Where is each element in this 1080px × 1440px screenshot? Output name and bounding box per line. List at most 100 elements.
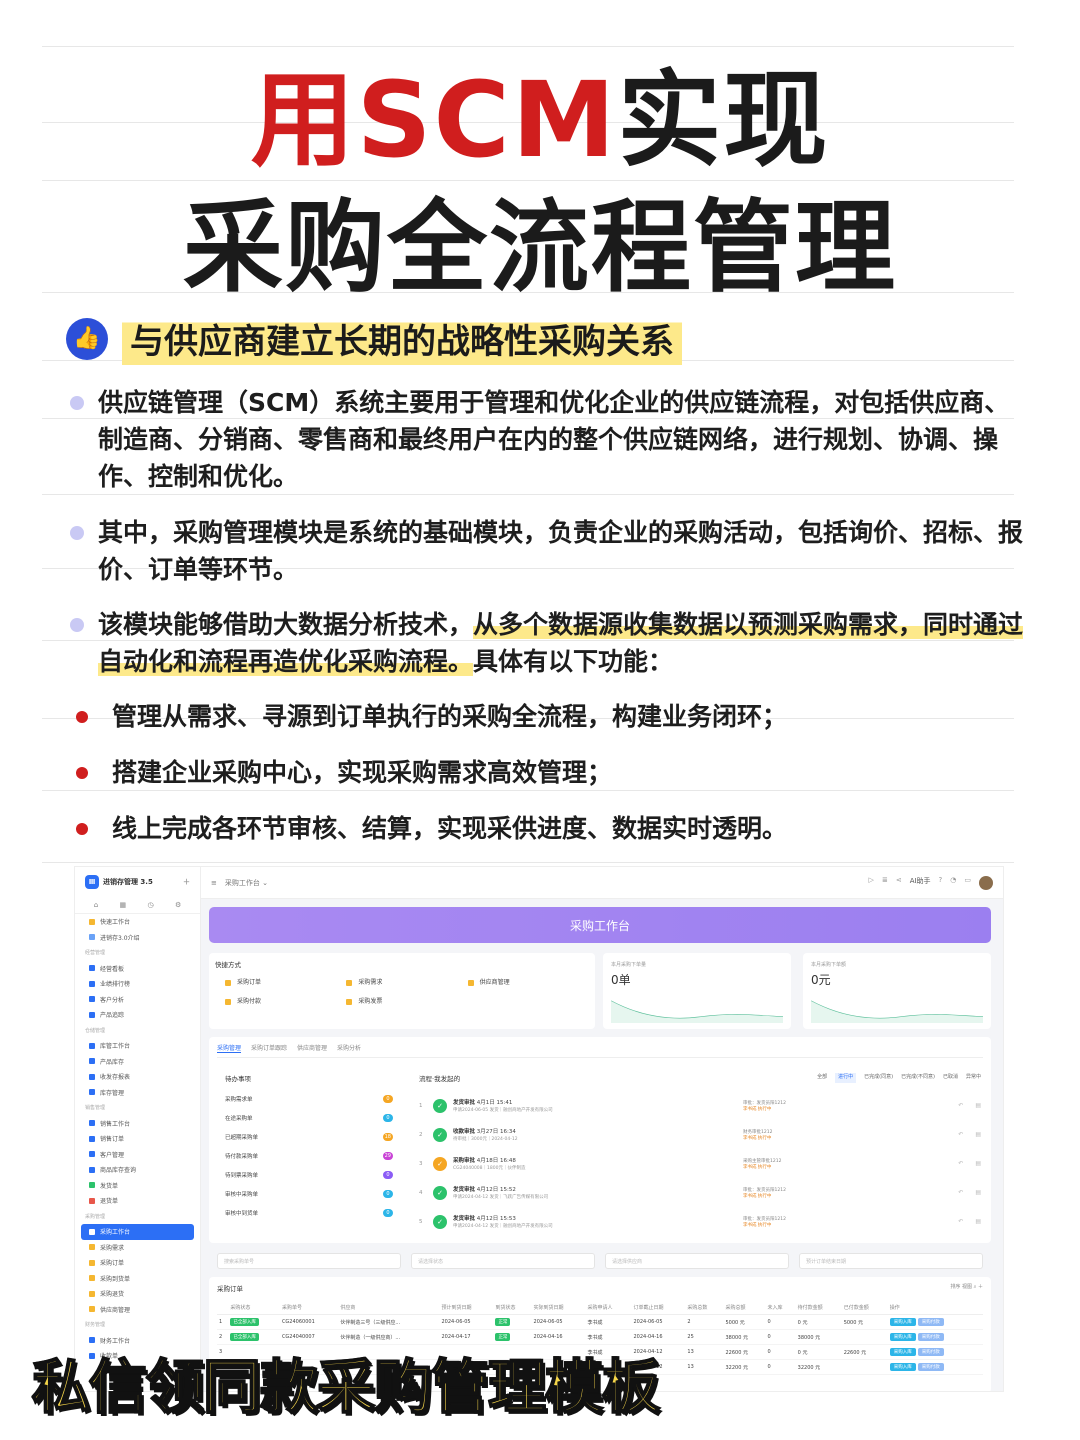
undo-icon[interactable]: ↶	[958, 1160, 963, 1167]
doc-icon[interactable]: ▤	[975, 1189, 981, 1196]
filter-input[interactable]: 请选择状态	[411, 1253, 595, 1269]
flow-row[interactable]: 1 ✓ 发货审批 4月1日 15:41 申请2024-06-05 发货｜融创商地产开发…	[419, 1091, 981, 1120]
todo-item[interactable]: 已超期采购单 18	[225, 1127, 393, 1146]
tab-采购订单跟踪[interactable]: 采购订单跟踪	[251, 1043, 287, 1053]
doc-icon[interactable]: ▤	[975, 1160, 981, 1167]
doc-icon[interactable]: ▤	[975, 1218, 981, 1225]
help-icon[interactable]: ?	[939, 876, 943, 890]
stock-in-button[interactable]: 采购入库	[889, 1333, 916, 1341]
todo-item[interactable]: 审核中到货单 0	[225, 1203, 393, 1222]
pay-button[interactable]: 采购付款	[917, 1333, 944, 1341]
sidebar-item[interactable]: 财务工作台	[75, 1333, 200, 1349]
quick-action-采购付款[interactable]: 采购付款	[225, 996, 346, 1005]
sidebar-item[interactable]: 经营看板	[75, 961, 200, 977]
doc-icon[interactable]: ▤	[975, 1102, 981, 1109]
todo-item[interactable]: 在途采购单 0	[225, 1108, 393, 1127]
doc-icon[interactable]: ▤	[975, 1131, 981, 1138]
quick-action-采购需求[interactable]: 采购需求	[346, 977, 467, 986]
bell-icon[interactable]: ◔	[950, 876, 956, 890]
quick-action-icon	[467, 979, 474, 986]
filter-input[interactable]: 搜索采购单号	[217, 1253, 401, 1269]
ai-assistant-button[interactable]: AI助手	[910, 876, 931, 890]
avatar[interactable]	[979, 875, 993, 890]
pay-button[interactable]: 采购付款	[917, 1348, 944, 1356]
quick-action-供应商管理[interactable]: 供应商管理	[467, 977, 589, 986]
filter-input[interactable]: 请选择供应商	[605, 1253, 789, 1269]
sidebar-item[interactable]: 快速工作台	[75, 914, 200, 930]
flow-name: 发货审批	[453, 1216, 476, 1222]
flow-row[interactable]: 5 ✓ 发货审批 4月12日 15:53 申请2024-04-12 发货｜融创商地产开…	[419, 1207, 981, 1236]
stock-in-button[interactable]: 采购入库	[889, 1318, 916, 1326]
sidebar-item[interactable]: 供应商管理	[75, 1302, 200, 1318]
table-cell: 38000 元	[723, 1329, 766, 1345]
share-icon[interactable]: ⋖	[896, 876, 902, 890]
flow-filter-全部[interactable]: 全部	[817, 1073, 827, 1083]
table-row[interactable]: 1 已全部入库 CG24060001 伙伴制造三号（三级供应... 2024-06-05…	[217, 1314, 983, 1330]
todo-item[interactable]: 采购需求单 0	[225, 1089, 393, 1108]
filter-input[interactable]: 预计订单结束日期	[799, 1253, 983, 1269]
flow-status: 李书成 执行中	[743, 1135, 772, 1141]
sidebar-item[interactable]: 退货单	[75, 1193, 200, 1209]
add-icon[interactable]: ＋	[183, 877, 190, 887]
breadcrumb[interactable]: 采购工作台 ⌄	[225, 878, 268, 888]
play-icon[interactable]: ▷	[869, 876, 874, 890]
sidebar-item[interactable]: 客户管理	[75, 1147, 200, 1163]
stock-in-button[interactable]: 采购入库	[889, 1348, 916, 1356]
sidebar-item[interactable]: 采购工作台	[81, 1224, 194, 1240]
menu-icon[interactable]: ≡	[211, 879, 217, 887]
undo-icon[interactable]: ↶	[958, 1189, 963, 1196]
tab-供应商管理[interactable]: 供应商管理	[297, 1043, 327, 1053]
sidebar-item[interactable]: 库存管理	[75, 1085, 200, 1101]
flow-row[interactable]: 2 ✓ 收款审批 3月27日 16:34 待审批｜3000元｜2024-04-12 财务…	[419, 1120, 981, 1149]
flow-filter-异常中[interactable]: 异常中	[966, 1073, 981, 1083]
order-tools[interactable]: 排序 视图 ⌕ ＋	[950, 1283, 983, 1293]
undo-icon[interactable]: ↶	[958, 1102, 963, 1109]
todo-item[interactable]: 审核中采购单 0	[225, 1184, 393, 1203]
table-row[interactable]: 2 已全部入库 CG24040007 伙伴制造（一级供应商）... 2024-04-17…	[217, 1329, 983, 1345]
sidebar-item[interactable]: 采购需求	[75, 1240, 200, 1256]
flow-filter-已完成(不同意)[interactable]: 已完成(不同意)	[901, 1073, 935, 1083]
sidebar: Ⅲ 进销存管理 3.5 ＋ ⌂ ▦ ◷ ⚙ 快速工作台 进销存3.0介绍 经营管理 经营看板 业绩…	[75, 867, 201, 1391]
table-cell: 0	[765, 1314, 796, 1330]
sidebar-item[interactable]: 收发存报表	[75, 1069, 200, 1085]
pay-button[interactable]: 采购付款	[917, 1363, 944, 1371]
tab-采购管理[interactable]: 采购管理	[217, 1043, 242, 1053]
sidebar-item[interactable]: 采购退货	[75, 1286, 200, 1302]
undo-icon[interactable]: ↶	[958, 1218, 963, 1225]
sparkline	[611, 1000, 783, 1023]
tab-采购分析[interactable]: 采购分析	[337, 1043, 361, 1053]
sidebar-item[interactable]: 销售订单	[75, 1131, 200, 1147]
sidebar-item-label: 采购需求	[100, 1244, 125, 1252]
sidebar-item[interactable]: 商品库存查询	[75, 1162, 200, 1178]
todo-item[interactable]: 待付款采购单 29	[225, 1146, 393, 1165]
sidebar-item[interactable]: 库管工作台	[75, 1038, 200, 1054]
sidebar-item[interactable]: 采购订单	[75, 1255, 200, 1271]
sidebar-item[interactable]: 采购到货单	[75, 1271, 200, 1287]
sidebar-item[interactable]: 业绩排行榜	[75, 976, 200, 992]
sidebar-item[interactable]: 发货单	[75, 1178, 200, 1194]
list-icon[interactable]: ≣	[882, 876, 888, 890]
pay-button[interactable]: 采购付款	[917, 1318, 944, 1326]
sidebar-item[interactable]: 客户分析	[75, 992, 200, 1008]
todo-item[interactable]: 待到票采购单 0	[225, 1165, 393, 1184]
grid-icon[interactable]: ▦	[120, 901, 127, 909]
app-logo: Ⅲ 进销存管理 3.5 ＋	[75, 867, 200, 897]
stock-in-button[interactable]: 采购入库	[889, 1363, 916, 1371]
window-icon[interactable]: ▭	[964, 876, 971, 890]
flow-row[interactable]: 4 ✓ 发货审批 4月12日 15:52 申请2024-04-12 发货｜飞跃广告传媒…	[419, 1178, 981, 1207]
quick-action-采购订单[interactable]: 采购订单	[225, 977, 346, 986]
flow-filter-已完成(同意)[interactable]: 已完成(同意)	[864, 1073, 893, 1083]
sidebar-item[interactable]: 产品追踪	[75, 1007, 200, 1023]
flow-filter-进行中[interactable]: 进行中	[835, 1073, 857, 1083]
clock-icon[interactable]: ◷	[148, 901, 154, 909]
sidebar-item[interactable]: 进销存3.0介绍	[75, 930, 200, 946]
home-icon[interactable]: ⌂	[94, 901, 98, 909]
quick-action-采购发票[interactable]: 采购发票	[346, 996, 467, 1005]
flow-row[interactable]: 3 ✓ 采购审批 4月18日 16:48 CG24040008｜1800元｜伙伴制造采…	[419, 1149, 981, 1178]
flow-filter-已取消[interactable]: 已取消	[943, 1073, 958, 1083]
sidebar-item-label: 财务管理	[85, 1322, 106, 1329]
sidebar-item[interactable]: 产品库存	[75, 1054, 200, 1070]
settings-icon[interactable]: ⚙	[175, 901, 181, 909]
sidebar-item[interactable]: 销售工作台	[75, 1116, 200, 1132]
undo-icon[interactable]: ↶	[958, 1131, 963, 1138]
